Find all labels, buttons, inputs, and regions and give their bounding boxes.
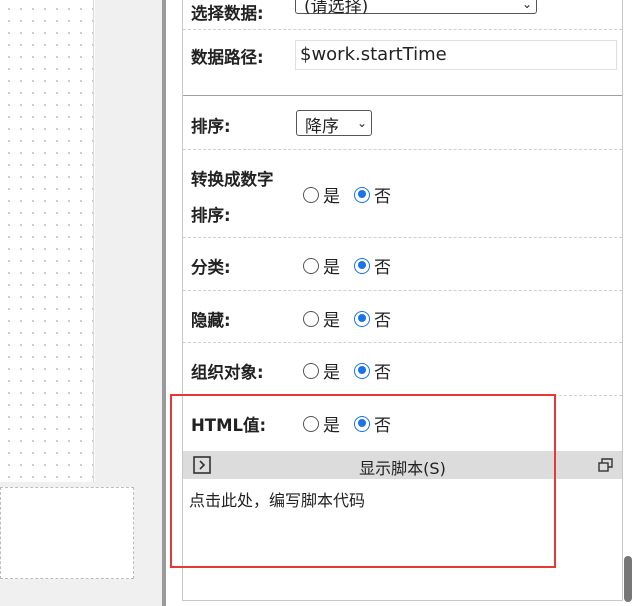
property-panel: 选择数据: (请选择) ⌄ 数据路径: $work.startTime 排序: … (166, 0, 636, 606)
data-path-label: 数据路径: (191, 48, 264, 67)
row-group-object: 组织对象: 是 否 (183, 343, 622, 396)
radio-no[interactable] (354, 257, 370, 274)
radio-no[interactable] (354, 415, 370, 432)
group-object-label: 组织对象: (191, 363, 264, 382)
row-hidden: 隐藏: 是 否 (183, 291, 622, 343)
convert-sort-label-line2: 排序: (191, 206, 231, 225)
hidden-label: 隐藏: (191, 311, 231, 330)
data-path-input[interactable]: $work.startTime (295, 40, 617, 70)
radio-yes[interactable] (303, 415, 319, 432)
convert-sort-radio-group: 是 否 (303, 182, 405, 207)
sort-label: 排序: (191, 117, 231, 136)
sort-dropdown[interactable]: 降序 ⌄ (296, 110, 372, 137)
design-canvas[interactable] (0, 0, 95, 482)
radio-no[interactable] (354, 310, 370, 327)
row-category: 分类: 是 否 (183, 238, 622, 291)
hidden-radio-group: 是 否 (303, 306, 405, 331)
select-data-label: 选择数据: (191, 4, 264, 23)
chevron-down-icon: ⌄ (521, 0, 532, 11)
row-html-value: HTML值: 是 否 (183, 396, 622, 451)
radio-yes[interactable] (303, 257, 319, 274)
vertical-scrollbar[interactable] (624, 556, 632, 602)
sort-value: 降序 (305, 117, 339, 137)
html-value-radio-group: 是 否 (303, 411, 405, 436)
row-convert-sort: 转换成数字 排序: 是 否 (183, 150, 622, 238)
restore-window-icon[interactable] (598, 458, 614, 472)
script-editor-placeholder[interactable]: 点击此处，编写脚本代码 (189, 487, 365, 511)
radio-yes[interactable] (303, 186, 319, 203)
row-select-data: 选择数据: (请选择) ⌄ (183, 0, 622, 30)
select-data-value: (请选择) (304, 0, 369, 17)
canvas-element-box[interactable] (0, 487, 134, 579)
radio-no[interactable] (354, 362, 370, 379)
category-label: 分类: (191, 258, 231, 277)
radio-yes[interactable] (303, 310, 319, 327)
radio-no[interactable] (354, 186, 370, 203)
category-radio-group: 是 否 (303, 253, 405, 278)
script-title: 显示脚本(S) (359, 459, 446, 478)
group-object-radio-group: 是 否 (303, 358, 405, 383)
convert-sort-label-line1: 转换成数字 (191, 170, 274, 189)
row-sort: 排序: 降序 ⌄ (183, 96, 622, 150)
canvas-border (93, 0, 94, 482)
radio-yes[interactable] (303, 362, 319, 379)
select-data-dropdown[interactable]: (请选择) ⌄ (295, 0, 537, 17)
html-value-label: HTML值: (191, 416, 267, 435)
chevron-down-icon: ⌄ (356, 116, 367, 130)
property-form: 选择数据: (请选择) ⌄ 数据路径: $work.startTime 排序: … (182, 0, 623, 601)
script-toolbar[interactable]: 显示脚本(S) (183, 451, 622, 479)
